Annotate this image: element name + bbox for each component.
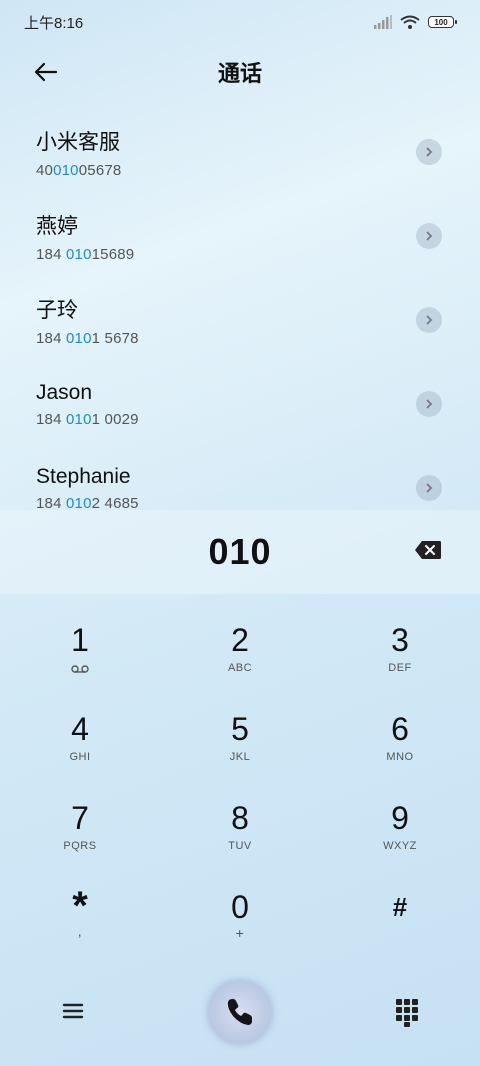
voicemail-icon [71, 665, 89, 673]
key-star[interactable]: * , [0, 867, 160, 956]
key-0[interactable]: 0 + [160, 867, 320, 956]
backspace-icon[interactable] [414, 540, 442, 560]
battery-icon: 100 [428, 16, 457, 28]
contact-name: Jason [36, 380, 93, 404]
contact-name: 燕婷 [36, 214, 78, 238]
status-icons: 100 [374, 15, 457, 29]
keypad: 1 2 ABC 3 DEF 4 GHI 5 JKL 6 MNO 7 PQRS 8… [0, 600, 480, 956]
chevron-right-icon[interactable] [416, 139, 442, 165]
contact-list[interactable]: 小米客服 4001005678 燕婷 184 01015689 子玲 184 0… [0, 110, 480, 510]
header: 通话 [0, 50, 480, 94]
key-6[interactable]: 6 MNO [320, 689, 480, 778]
list-item[interactable]: 燕婷 184 01015689 [0, 194, 480, 278]
key-3[interactable]: 3 DEF [320, 600, 480, 689]
list-item[interactable]: Jason 184 0101 0029 [0, 362, 480, 446]
contact-name: 子玲 [36, 298, 78, 322]
key-8[interactable]: 8 TUV [160, 778, 320, 867]
key-hash[interactable]: # [320, 867, 480, 956]
key-7[interactable]: 7 PQRS [0, 778, 160, 867]
arrow-left-icon[interactable] [30, 56, 62, 88]
chevron-right-icon[interactable] [416, 223, 442, 249]
bottom-bar [0, 978, 480, 1048]
contact-number: 184 0101 0029 [36, 410, 139, 428]
status-bar: 上午8:16 100 [0, 0, 480, 44]
wifi-icon [400, 15, 420, 29]
page-title: 通话 [217, 61, 262, 86]
contact-name: Stephanie [36, 464, 131, 488]
menu-icon[interactable] [60, 998, 86, 1024]
key-4[interactable]: 4 GHI [0, 689, 160, 778]
chevron-right-icon[interactable] [416, 475, 442, 501]
chevron-right-icon[interactable] [416, 307, 442, 333]
key-5[interactable]: 5 JKL [160, 689, 320, 778]
phone-icon [227, 999, 252, 1025]
key-2[interactable]: 2 ABC [160, 600, 320, 689]
list-item[interactable]: Stephanie 184 0102 4685 [0, 446, 480, 510]
key-1[interactable]: 1 [0, 600, 160, 689]
chevron-right-icon[interactable] [416, 391, 442, 417]
contact-name: 小米客服 [36, 130, 120, 154]
dialpad-icon[interactable] [395, 998, 419, 1028]
signal-icon [374, 15, 392, 29]
key-9[interactable]: 9 WXYZ [320, 778, 480, 867]
list-item[interactable]: 小米客服 4001005678 [0, 110, 480, 194]
contact-number: 4001005678 [36, 161, 122, 179]
dialed-number: 010 [208, 531, 272, 572]
contact-number: 184 0102 4685 [36, 494, 139, 511]
status-time: 上午8:16 [24, 14, 84, 32]
contact-number: 184 01015689 [36, 245, 135, 263]
call-button[interactable] [208, 980, 272, 1044]
contact-number: 184 0101 5678 [36, 329, 139, 347]
list-item[interactable]: 子玲 184 0101 5678 [0, 278, 480, 362]
battery-level: 100 [434, 17, 448, 27]
dial-display: 010 [0, 510, 480, 594]
